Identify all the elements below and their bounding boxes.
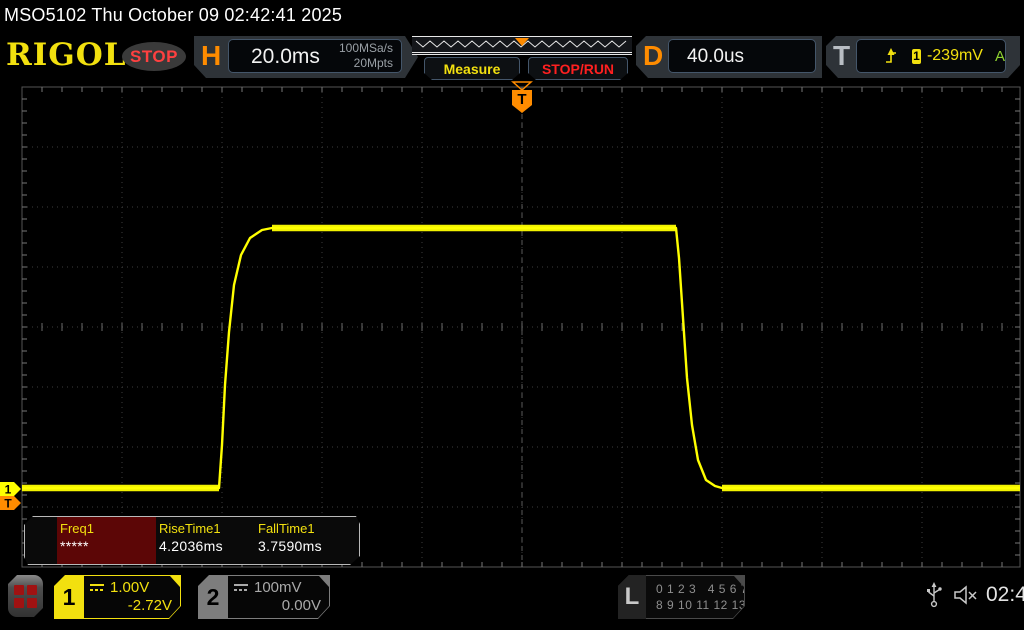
dc-coupling-icon [90, 583, 104, 593]
trigger-source-badge: 1 [912, 49, 921, 64]
measurement-freq1[interactable]: Freq1 ***** [57, 517, 156, 564]
bottom-bar: 1 1.00V -2.72V 2 100mV 0.00V L [0, 570, 1024, 630]
delay-value: 40.0us [687, 46, 744, 68]
memory-depth: 20Mpts [339, 56, 393, 71]
channel1-badge: 1 [54, 575, 84, 619]
channel2-status[interactable]: 2 100mV 0.00V [198, 575, 330, 619]
graticule-area: T 1 T Freq1 ***** RiseTime1 4.2036ms [0, 80, 1024, 570]
logic-badge: L [618, 575, 646, 619]
measurement-risetime1[interactable]: RiseTime1 4.2036ms [156, 517, 255, 564]
preview-zigzag [412, 37, 632, 54]
channel2-panel: 100mV 0.00V [228, 576, 329, 618]
run-state-badge[interactable]: STOP [122, 42, 186, 71]
logic-channels-status[interactable]: L 0 1 2 3 4 5 6 7 8 9 10 11 12 13 14 15 [618, 575, 745, 619]
system-tray: 02:42 [926, 582, 1024, 608]
menu-grid-button[interactable] [8, 575, 43, 617]
measurement-results-panel[interactable]: Freq1 ***** RiseTime1 4.2036ms FallTime1… [24, 516, 360, 565]
channel2-badge: 2 [198, 575, 228, 619]
delay-panel[interactable]: D 40.0us [636, 36, 822, 78]
channel1-scale: 1.00V [110, 579, 149, 597]
oscilloscope-screen: MSO5102 Thu October 09 02:42:41 2025 RIG… [0, 0, 1024, 630]
dc-coupling-icon [234, 583, 248, 593]
delay-label: D [643, 40, 663, 72]
svg-text:1: 1 [5, 483, 12, 497]
trigger-label: T [833, 40, 850, 72]
trigger-panel[interactable]: T 1 -239mV A [826, 36, 1020, 78]
usb-icon [926, 582, 942, 608]
ch1-position-marker[interactable]: 1 [0, 482, 21, 497]
measurement-spacer [25, 517, 57, 564]
menu-grid-icon [14, 585, 37, 608]
measure-button[interactable]: Measure [424, 57, 520, 80]
svg-text:T: T [517, 91, 526, 108]
channel2-scale: 100mV [254, 579, 302, 597]
trigger-level-marker[interactable]: T [0, 496, 21, 511]
svg-text:T: T [4, 497, 12, 511]
channel1-offset: -2.72V [90, 597, 172, 615]
measurement-falltime1[interactable]: FallTime1 3.7590ms [255, 517, 354, 564]
acquisition-info: 100MSa/s 20Mpts [339, 41, 393, 71]
rigol-logo: RIGOL [6, 37, 127, 73]
sample-rate: 100MSa/s [339, 41, 393, 56]
header-bar: RIGOL STOP H 20.0ms 100MSa/s 20Mpts Meas… [0, 34, 1024, 80]
channel2-offset: 0.00V [234, 597, 321, 615]
trigger-sweep-mode: A [995, 48, 1005, 65]
timebase-value: 20.0ms [251, 45, 320, 69]
clock: 02:42 [986, 583, 1024, 607]
trigger-level-value: -239mV [927, 47, 983, 65]
timebase-panel[interactable]: 20.0ms 100MSa/s 20Mpts [228, 39, 402, 73]
delay-value-panel[interactable]: 40.0us [668, 39, 816, 73]
channel1-status[interactable]: 1 1.00V -2.72V [54, 575, 181, 619]
stop-run-button[interactable]: STOP/RUN [528, 57, 628, 80]
logic-channel-list: 0 1 2 3 4 5 6 7 8 9 10 11 12 13 14 15 [646, 576, 744, 618]
status-bar: MSO5102 Thu October 09 02:42:41 2025 [0, 0, 1024, 34]
rising-edge-icon [885, 48, 896, 64]
horizontal-label: H [201, 40, 221, 72]
speaker-muted-icon[interactable] [952, 584, 978, 606]
model-and-datetime: MSO5102 Thu October 09 02:42:41 2025 [4, 5, 342, 26]
waveform-display: T 1 T [0, 80, 1024, 570]
ch1-waveform-trace [22, 228, 1020, 488]
trigger-info-panel[interactable]: 1 -239mV A [856, 39, 1006, 73]
logic-row-0-7: 0 1 2 3 4 5 6 7 [656, 581, 744, 597]
waveform-preview-strip[interactable] [412, 36, 632, 55]
logic-row-8-15: 8 9 10 11 12 13 14 15 [656, 597, 744, 613]
horizontal-panel[interactable]: H 20.0ms 100MSa/s 20Mpts [194, 36, 418, 78]
channel1-panel: 1.00V -2.72V [84, 576, 180, 618]
